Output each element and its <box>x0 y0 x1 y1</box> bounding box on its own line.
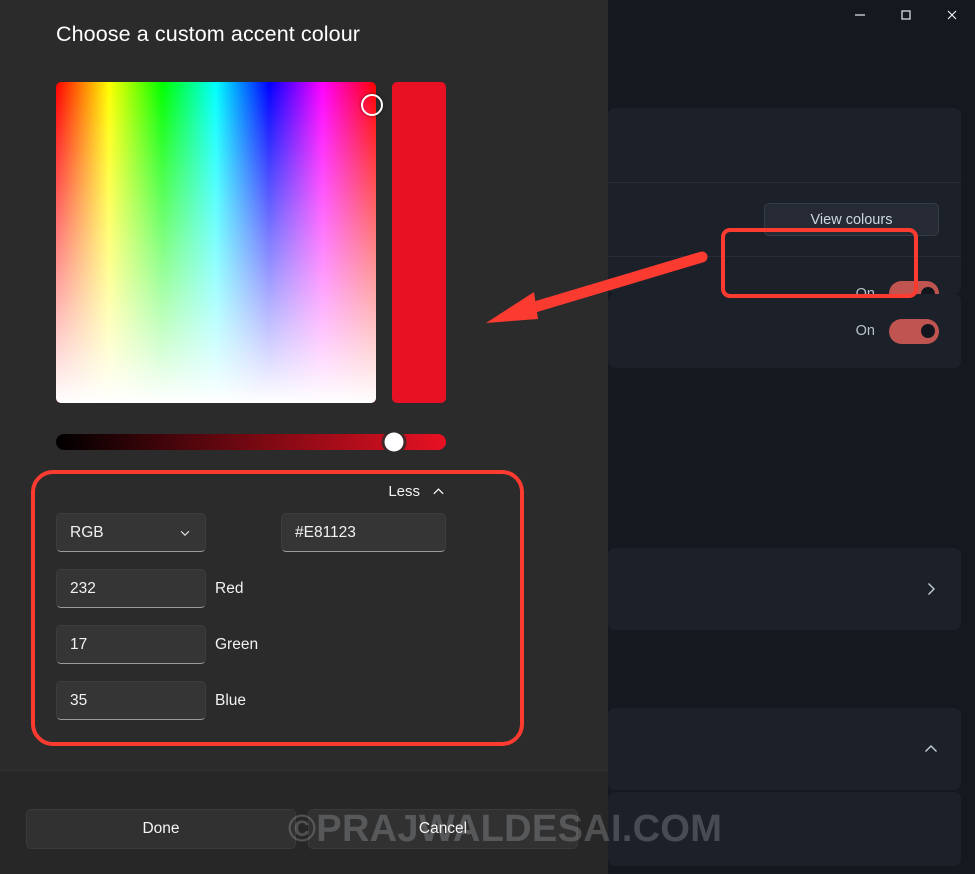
settings-content: View colours On On <box>598 30 975 874</box>
expander-toggle[interactable]: Less <box>56 478 446 504</box>
red-input[interactable]: 232 <box>56 569 206 608</box>
view-colours-button[interactable]: View colours <box>764 203 939 236</box>
card-row-spacer <box>608 108 961 182</box>
green-label: Green <box>215 635 259 653</box>
minimize-icon[interactable] <box>837 0 883 30</box>
done-button[interactable]: Done <box>26 809 296 849</box>
card-row-navigate[interactable] <box>608 548 961 630</box>
chevron-right-icon[interactable] <box>923 581 939 597</box>
settings-card-expandable-2[interactable] <box>608 708 961 790</box>
blue-input[interactable]: 35 <box>56 681 206 720</box>
toggle-group-2[interactable]: On <box>855 318 939 344</box>
card-row-toggle-2[interactable]: On <box>608 294 961 368</box>
settings-card-accent: View colours On <box>608 108 961 306</box>
dialog-title: Choose a custom accent colour <box>56 22 361 46</box>
card-row-sub <box>608 792 961 866</box>
dialog-footer: Done Cancel <box>0 770 608 874</box>
red-label: Red <box>215 579 244 597</box>
window-titlebar <box>608 0 975 30</box>
expander-label: Less <box>388 482 420 500</box>
toggle-2-label: On <box>855 323 875 339</box>
custom-accent-colour-dialog: Choose a custom accent colour Less RGB #… <box>0 0 608 874</box>
settings-card-toggle-2: On <box>608 294 961 368</box>
chevron-up-icon[interactable] <box>431 484 446 499</box>
settings-card-sub-item <box>608 792 961 866</box>
card-row-collapse[interactable] <box>608 708 961 790</box>
brightness-slider[interactable] <box>56 432 446 452</box>
white-gradient-layer <box>56 82 376 403</box>
maximize-icon[interactable] <box>883 0 929 30</box>
toggle-2-knob <box>921 324 935 338</box>
chevron-down-icon[interactable] <box>178 526 192 540</box>
green-input[interactable]: 17 <box>56 625 206 664</box>
saturation-value-picker[interactable] <box>56 82 376 403</box>
picker-cursor-icon[interactable] <box>361 94 383 116</box>
colour-preview-swatch <box>392 82 446 403</box>
brightness-slider-thumb[interactable] <box>384 432 404 452</box>
settings-card-expandable-1[interactable] <box>608 548 961 630</box>
cancel-button[interactable]: Cancel <box>308 809 578 849</box>
hex-input[interactable]: #E81123 <box>281 513 446 552</box>
colour-model-dropdown[interactable]: RGB <box>56 513 206 552</box>
card-row-view-colours[interactable]: View colours <box>608 182 961 256</box>
toggle-2[interactable] <box>889 318 939 344</box>
close-icon[interactable] <box>929 0 975 30</box>
colour-model-value: RGB <box>70 523 104 541</box>
screen: View colours On On <box>0 0 975 874</box>
chevron-up-icon[interactable] <box>923 741 939 757</box>
blue-label: Blue <box>215 691 247 709</box>
